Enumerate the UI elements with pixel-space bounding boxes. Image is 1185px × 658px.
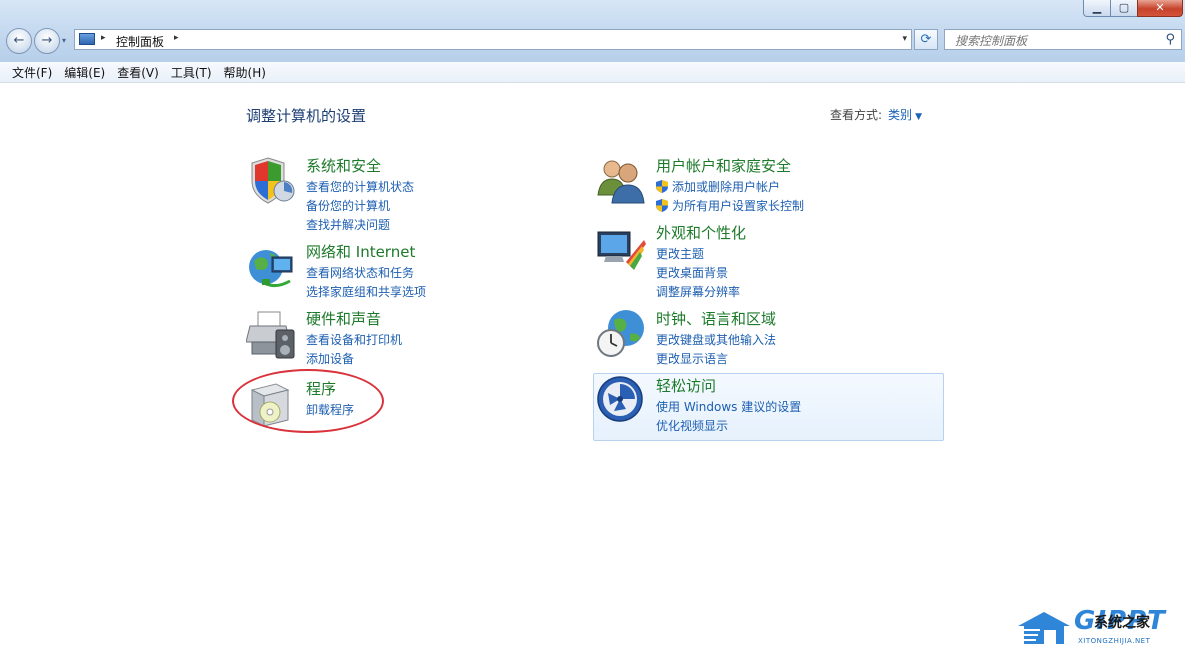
network-globe-icon xyxy=(249,250,293,288)
link-optimize-video-display[interactable]: 优化视频显示 xyxy=(656,416,801,435)
link-change-display-language[interactable]: 更改显示语言 xyxy=(656,349,776,368)
link-windows-recommended-settings[interactable]: 使用 Windows 建议的设置 xyxy=(656,397,801,416)
link-network-status[interactable]: 查看网络状态和任务 xyxy=(306,263,426,282)
link-screen-resolution[interactable]: 调整屏幕分辨率 xyxy=(656,282,740,301)
menu-file[interactable]: 文件(F) xyxy=(6,64,58,81)
printer-icon xyxy=(246,311,295,359)
search-input[interactable] xyxy=(953,31,1162,51)
forward-button[interactable]: → xyxy=(34,28,60,54)
menu-bar: 文件(F) 编辑(E) 查看(V) 工具(T) 帮助(H) xyxy=(0,62,1185,83)
uac-shield-icon xyxy=(656,199,668,212)
page-title: 调整计算机的设置 xyxy=(246,107,367,125)
link-view-computer-status[interactable]: 查看您的计算机状态 xyxy=(306,177,414,196)
refresh-button[interactable]: ⟳ xyxy=(914,29,938,50)
category-title[interactable]: 用户帐户和家庭安全 xyxy=(656,155,791,176)
link-parental-controls[interactable]: 为所有用户设置家长控制 xyxy=(656,196,804,215)
link-label[interactable]: 添加或删除用户帐户 xyxy=(672,178,780,195)
category-title[interactable]: 系统和安全 xyxy=(306,155,381,176)
view-by-dropdown[interactable]: 类别 xyxy=(888,108,912,122)
annotation-red-circle xyxy=(232,369,384,433)
address-dropdown-icon[interactable]: ▾ xyxy=(902,34,907,44)
breadcrumb-control-panel[interactable]: 控制面板 xyxy=(116,33,164,50)
link-add-remove-users[interactable]: 添加或删除用户帐户 xyxy=(656,177,804,196)
view-by-label: 查看方式: xyxy=(830,108,883,122)
category-title[interactable]: 轻松访问 xyxy=(656,375,716,396)
link-homegroup-sharing[interactable]: 选择家庭组和共享选项 xyxy=(306,282,426,301)
uac-shield-icon xyxy=(656,180,668,193)
breadcrumb-separator[interactable]: ▸ xyxy=(174,33,179,43)
maximize-button[interactable]: ▢ xyxy=(1110,0,1138,17)
clock-globe-icon xyxy=(597,310,644,357)
ease-of-access-icon xyxy=(597,376,643,422)
search-box[interactable]: ⚲ xyxy=(944,29,1182,51)
control-panel-icon xyxy=(79,33,95,45)
category-title[interactable]: 时钟、语言和区域 xyxy=(656,308,776,329)
category-title[interactable]: 外观和个性化 xyxy=(656,222,746,243)
recent-pages-dropdown[interactable]: ▾ xyxy=(62,36,66,45)
search-icon[interactable]: ⚲ xyxy=(1165,32,1175,47)
link-devices-printers[interactable]: 查看设备和打印机 xyxy=(306,330,402,349)
link-change-background[interactable]: 更改桌面背景 xyxy=(656,263,740,282)
security-shield-icon xyxy=(251,157,295,204)
view-by: 查看方式: 类别 ▼ xyxy=(830,106,922,123)
category-title[interactable]: 硬件和声音 xyxy=(306,308,381,329)
watermark-logo: GIPPT 系统之家 XITONGZHIJIA.NET xyxy=(1012,606,1182,656)
appearance-monitor-icon xyxy=(597,231,646,270)
minimize-button[interactable]: ▁ xyxy=(1083,0,1111,17)
menu-tools[interactable]: 工具(T) xyxy=(165,64,218,81)
link-change-theme[interactable]: 更改主题 xyxy=(656,244,740,263)
link-backup-computer[interactable]: 备份您的计算机 xyxy=(306,196,414,215)
chevron-down-icon[interactable]: ▼ xyxy=(915,112,922,122)
window-controls: ▁ ▢ ✕ xyxy=(1083,0,1183,18)
window-chrome: ▁ ▢ ✕ ← → ▾ ▸ 控制面板 ▸ ▾ ⟳ ⚲ xyxy=(0,0,1185,62)
link-change-input-method[interactable]: 更改键盘或其他输入法 xyxy=(656,330,776,349)
house-logo-icon xyxy=(1014,612,1070,644)
close-button[interactable]: ✕ xyxy=(1137,0,1183,17)
category-title[interactable]: 网络和 Internet xyxy=(306,241,415,262)
watermark-url: XITONGZHIJIA.NET xyxy=(1078,637,1151,645)
menu-edit[interactable]: 编辑(E) xyxy=(58,64,111,81)
users-icon xyxy=(597,160,645,204)
breadcrumb-separator[interactable]: ▸ xyxy=(101,33,106,43)
menu-help[interactable]: 帮助(H) xyxy=(218,64,272,81)
watermark-cn-text: 系统之家 xyxy=(1094,615,1150,631)
menu-view[interactable]: 查看(V) xyxy=(111,64,165,81)
link-troubleshoot[interactable]: 查找并解决问题 xyxy=(306,215,414,234)
link-add-device[interactable]: 添加设备 xyxy=(306,349,402,368)
address-bar[interactable]: ▸ 控制面板 ▸ ▾ xyxy=(74,29,912,50)
back-button[interactable]: ← xyxy=(6,28,32,54)
link-label[interactable]: 为所有用户设置家长控制 xyxy=(672,197,804,214)
